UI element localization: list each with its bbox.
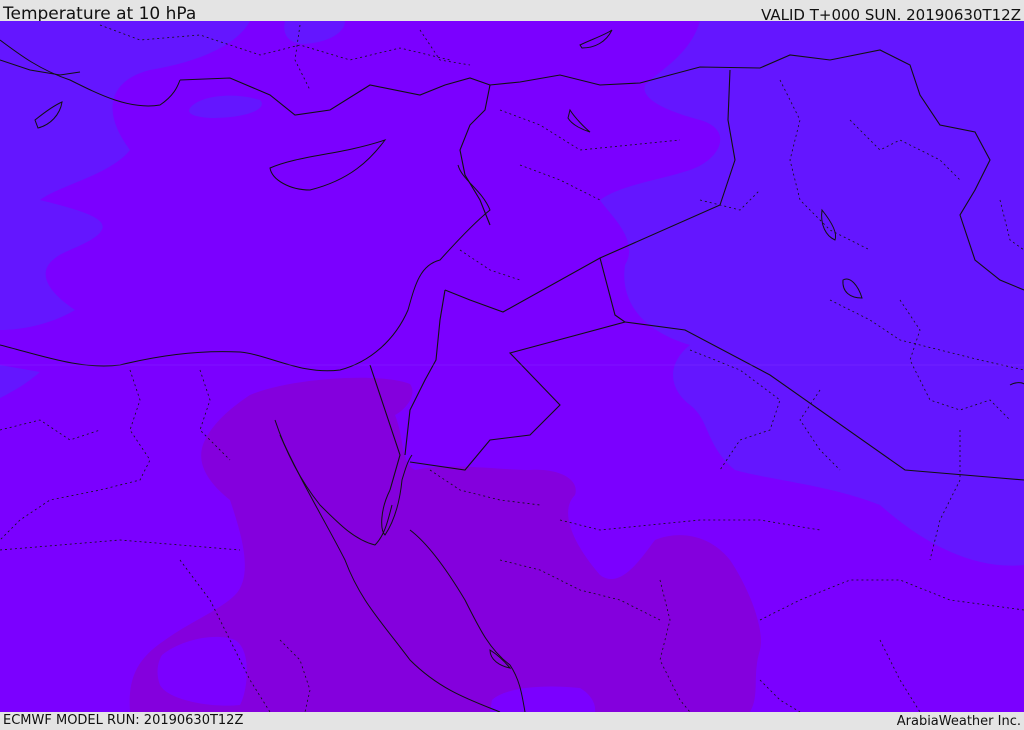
map-canvas [0,21,1024,712]
credit: ArabiaWeather Inc. [896,714,1021,729]
temperature-map[interactable] [0,21,1024,712]
header-bar: Temperature at 10 hPa VALID T+000 SUN. 2… [0,0,1024,24]
footer-bar: ECMWF MODEL RUN: 20190630T12Z ArabiaWeat… [0,712,1024,729]
model-run: ECMWF MODEL RUN: 20190630T12Z [3,713,244,728]
